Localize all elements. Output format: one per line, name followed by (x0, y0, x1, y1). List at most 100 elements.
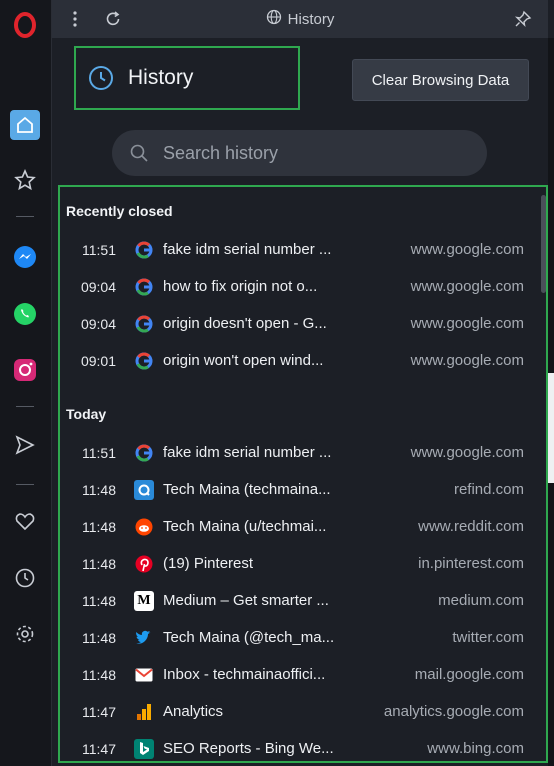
row-domain: analytics.google.com (383, 703, 524, 720)
messenger-icon[interactable] (10, 242, 40, 272)
history-row[interactable]: 11:47 SEO Reports - Bing We... www.bing.… (60, 730, 530, 761)
row-domain: in.pinterest.com (418, 555, 524, 572)
row-title: fake idm serial number ... (163, 444, 332, 461)
history-row[interactable]: 11:48 Inbox - techmainaoffici... mail.go… (60, 656, 530, 693)
history-row[interactable]: 11:51 fake idm serial number ... www.goo… (60, 434, 530, 471)
google-icon (134, 443, 154, 463)
google-icon (134, 240, 154, 260)
history-panel: History History Clear Browsing Data Rece… (52, 0, 554, 766)
reddit-icon (134, 517, 154, 537)
more-options-icon[interactable] (62, 6, 88, 32)
gmail-icon (134, 665, 154, 685)
bookmarks-star-icon[interactable] (10, 165, 40, 195)
row-time: 11:48 (82, 592, 116, 609)
row-time: 11:51 (82, 241, 116, 258)
row-title: origin doesn't open - G... (163, 315, 327, 332)
history-row[interactable]: 11:48 Tech Maina (u/techmai... www.reddi… (60, 508, 530, 545)
twitter-icon (134, 628, 154, 648)
row-domain: www.google.com (410, 315, 524, 332)
heart-icon[interactable] (10, 506, 40, 536)
sidebar-divider (16, 484, 34, 485)
section-heading-recently-closed: Recently closed (66, 203, 173, 219)
google-icon (134, 277, 154, 297)
section-heading-today: Today (66, 406, 107, 422)
background-window-edge (548, 38, 554, 766)
search-input[interactable] (161, 141, 465, 165)
history-row[interactable]: 09:04 how to fix origin not o... www.goo… (60, 268, 530, 305)
row-time: 11:51 (82, 444, 116, 461)
history-row[interactable]: 09:04 origin doesn't open - G... www.goo… (60, 305, 530, 342)
row-title: Inbox - techmainaoffici... (163, 666, 326, 683)
history-row[interactable]: 11:51 fake idm serial number ... www.goo… (60, 231, 530, 268)
row-domain: www.reddit.com (418, 518, 524, 535)
bing-icon (134, 738, 154, 759)
row-time: 09:04 (80, 315, 116, 332)
search-icon (129, 143, 149, 163)
background-window-strip (548, 373, 554, 483)
row-domain: www.google.com (410, 278, 524, 295)
row-domain: www.google.com (410, 241, 524, 258)
row-title: origin won't open wind... (163, 352, 324, 369)
row-title: Tech Maina (@tech_ma... (163, 629, 335, 646)
history-header: History (74, 46, 300, 110)
history-list: Recently closed 11:51 fake idm serial nu… (58, 185, 548, 763)
home-icon[interactable] (10, 110, 40, 140)
history-row[interactable]: 11:48 (19) Pinterest in.pinterest.com (60, 545, 530, 582)
history-clock-icon[interactable] (10, 563, 40, 593)
row-title: fake idm serial number ... (163, 241, 332, 258)
instagram-icon[interactable] (10, 355, 40, 385)
pin-icon[interactable] (510, 6, 536, 32)
row-time: 11:48 (82, 666, 116, 683)
clear-browsing-data-button[interactable]: Clear Browsing Data (352, 59, 529, 101)
pinterest-icon (134, 554, 154, 574)
panel-toolbar: History (52, 0, 548, 38)
panel-title: History (52, 0, 548, 38)
row-domain: www.google.com (410, 352, 524, 369)
search-bar[interactable] (112, 130, 487, 176)
send-icon[interactable] (10, 430, 40, 460)
row-domain: mail.google.com (414, 666, 524, 683)
history-row[interactable]: 11:48 Tech Maina (techmaina... refind.co… (60, 471, 530, 508)
globe-icon (266, 9, 282, 29)
scrollbar-thumb[interactable] (541, 195, 546, 293)
history-row[interactable]: 09:01 origin won't open wind... www.goog… (60, 342, 530, 379)
settings-gear-icon[interactable] (10, 619, 40, 649)
refind-icon (134, 479, 154, 500)
row-time: 11:48 (82, 555, 116, 572)
google-icon (134, 314, 154, 334)
row-domain: www.google.com (410, 444, 524, 461)
row-title: Tech Maina (u/techmai... (163, 518, 327, 535)
row-time: 09:04 (80, 278, 116, 295)
row-title: Analytics (163, 703, 224, 720)
row-time: 11:48 (82, 629, 116, 646)
history-row[interactable]: 11:48 M Medium – Get smarter ... medium.… (60, 582, 530, 619)
row-time: 11:48 (82, 481, 116, 498)
row-domain: refind.com (453, 481, 524, 498)
row-domain: www.bing.com (427, 740, 524, 757)
medium-icon: M (134, 590, 154, 611)
whatsapp-icon[interactable] (10, 299, 40, 329)
row-title: Tech Maina (techmaina... (163, 481, 331, 498)
row-time: 09:01 (80, 352, 116, 369)
row-title: (19) Pinterest (163, 555, 254, 572)
reload-icon[interactable] (100, 6, 126, 32)
row-title: SEO Reports - Bing We... (163, 740, 334, 757)
row-title: Medium – Get smarter ... (163, 592, 329, 609)
history-row[interactable]: 11:48 Tech Maina (@tech_ma... twitter.co… (60, 619, 530, 656)
sidebar-divider (16, 406, 34, 407)
analytics-icon (134, 702, 154, 722)
sidebar-divider (16, 216, 34, 217)
row-domain: twitter.com (452, 629, 524, 646)
row-time: 11:48 (82, 518, 116, 535)
panel-title-text: History (287, 10, 335, 28)
row-time: 11:47 (82, 740, 116, 757)
sidebar (0, 0, 52, 766)
row-title: how to fix origin not o... (163, 278, 318, 295)
opera-logo-icon[interactable] (10, 10, 40, 40)
google-icon (134, 351, 154, 371)
history-clock-icon (88, 65, 114, 91)
history-row[interactable]: 11:47 Analytics analytics.google.com (60, 693, 530, 730)
row-domain: medium.com (438, 592, 524, 609)
row-time: 11:47 (82, 703, 116, 720)
page-title: History (128, 66, 194, 89)
